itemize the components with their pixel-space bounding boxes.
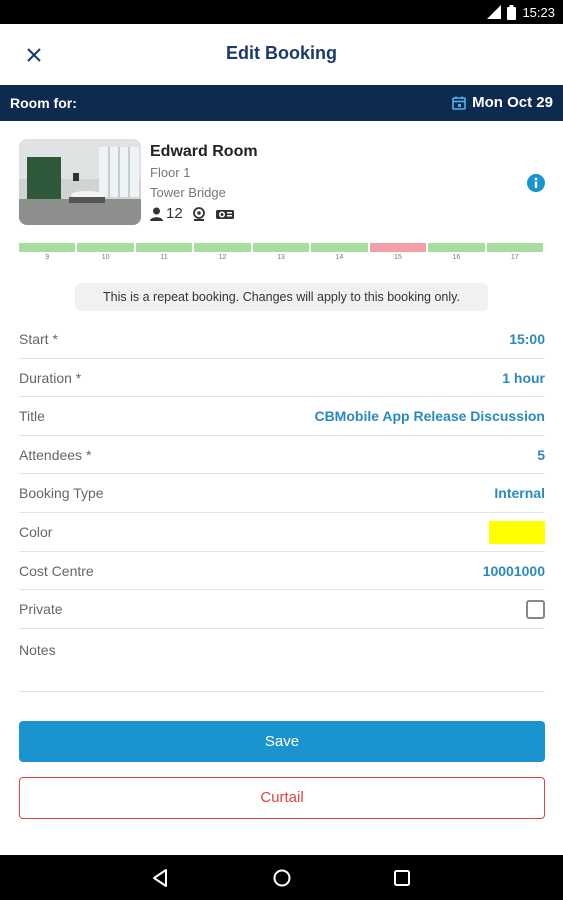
selected-date: Mon Oct 29: [472, 94, 553, 111]
room-photo: [19, 139, 141, 225]
timeline-slot-11: [135, 243, 193, 252]
projector-icon: [215, 209, 234, 219]
repeat-booking-notice: This is a repeat booking. Changes will a…: [75, 283, 488, 311]
timeline-hour-label: 15: [393, 254, 402, 261]
system-nav-bar: [0, 855, 563, 900]
title-value[interactable]: CBMobile App Release Discussion: [314, 408, 545, 424]
curtail-button[interactable]: Curtail: [19, 777, 545, 819]
duration-label: Duration *: [19, 369, 82, 386]
notes-row[interactable]: Notes: [19, 629, 545, 692]
attendees-label: Attendees *: [19, 446, 92, 463]
info-icon: [527, 174, 545, 192]
notes-label: Notes: [19, 641, 56, 658]
start-value[interactable]: 15:00: [509, 331, 545, 347]
timeline-slot-16: [428, 243, 485, 252]
timeline-hour-label: 9: [45, 254, 50, 261]
timeline-slot-12: [194, 243, 251, 252]
start-row[interactable]: Start * 15:00: [19, 320, 545, 359]
room-building: Tower Bridge: [150, 185, 226, 200]
color-swatch[interactable]: [489, 520, 545, 544]
cost-centre-row[interactable]: Cost Centre 10001000: [19, 552, 545, 591]
timeline-slot-15: [369, 243, 427, 252]
room-name: Edward Room: [150, 143, 258, 160]
timeline-slot-14: [311, 243, 368, 252]
duration-value[interactable]: 1 hour: [502, 370, 545, 386]
timeline-slot-13: [252, 243, 310, 252]
back-icon[interactable]: [150, 867, 172, 889]
calendar-icon: [452, 96, 466, 110]
timeline-hour-label: 12: [218, 254, 227, 261]
title-label: Title: [19, 408, 45, 425]
cost-centre-value[interactable]: 10001000: [483, 563, 545, 579]
availability-timeline: 9 10 11 12 13 14 15 16 17: [19, 243, 545, 265]
timeline-slot-9: [19, 243, 76, 252]
private-checkbox[interactable]: [526, 600, 545, 620]
room-card: Edward Room Floor 1 Tower Bridge 12: [19, 139, 549, 229]
date-selector[interactable]: Mon Oct 29: [452, 94, 553, 111]
room-info-button[interactable]: [527, 174, 545, 197]
duration-row[interactable]: Duration * 1 hour: [19, 359, 545, 398]
timeline-slot-10: [77, 243, 134, 252]
booking-type-label: Booking Type: [19, 485, 104, 502]
clock: 15:23: [522, 4, 555, 20]
booking-form: Start * 15:00 Duration * 1 hour Title CB…: [19, 320, 545, 692]
page-title: Edit Booking: [226, 43, 337, 63]
booking-type-row[interactable]: Booking Type Internal: [19, 474, 545, 513]
attendees-row[interactable]: Attendees * 5: [19, 436, 545, 475]
webcam-icon: [192, 206, 205, 221]
room-amenities: 12: [150, 205, 235, 222]
timeline-hour-label: 13: [277, 254, 285, 261]
color-label: Color: [19, 523, 53, 540]
timeline-slot-17: [486, 243, 543, 252]
room-floor: Floor 1: [150, 165, 191, 180]
private-label: Private: [19, 601, 63, 618]
timeline-hour-label: 16: [452, 254, 461, 261]
capacity: 12: [150, 205, 183, 222]
room-for-label: Room for:: [10, 95, 77, 111]
title-row[interactable]: Title CBMobile App Release Discussion: [19, 397, 545, 436]
start-label: Start *: [19, 331, 58, 347]
timeline-hour-label: 17: [510, 254, 519, 261]
timeline-hour-label: 14: [335, 254, 344, 261]
person-icon: [150, 207, 163, 221]
timeline-hour-label: 11: [160, 254, 168, 261]
booking-type-value[interactable]: Internal: [494, 485, 545, 501]
save-button[interactable]: Save: [19, 721, 545, 762]
attendees-value[interactable]: 5: [537, 447, 545, 463]
recents-icon[interactable]: [391, 867, 413, 889]
cellular-signal-icon: [487, 5, 502, 19]
home-icon[interactable]: [271, 867, 293, 889]
app-toolbar: Edit Booking: [0, 24, 563, 85]
room-for-bar: Room for: Mon Oct 29: [0, 85, 563, 121]
status-icons: 15:23: [487, 4, 555, 20]
battery-icon: [507, 4, 517, 20]
capacity-value: 12: [166, 205, 183, 222]
timeline-hour-label: 10: [101, 254, 110, 261]
status-bar: 15:23: [0, 0, 563, 24]
color-row[interactable]: Color: [19, 513, 545, 552]
private-row[interactable]: Private: [19, 590, 545, 629]
cost-centre-label: Cost Centre: [19, 562, 94, 579]
